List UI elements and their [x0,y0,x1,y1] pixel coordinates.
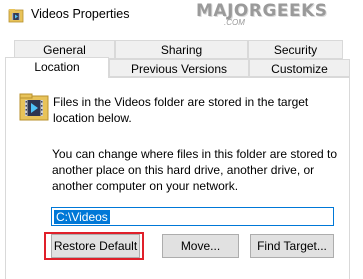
highlight-box [44,232,144,260]
tab-sharing[interactable]: Sharing [115,40,248,59]
watermark-text: MAJORGEEKS [196,1,328,21]
location-path-value: C:\Videos [54,210,110,224]
videos-folder-icon [8,7,24,23]
watermark: MAJORGEEKS .COM [196,1,346,31]
properties-window: Videos Properties MAJORGEEKS .COM Genera… [0,0,363,279]
window-title: Videos Properties [31,7,130,21]
location-path-input[interactable]: C:\Videos [51,207,334,226]
tab-previous-versions[interactable]: Previous Versions [109,59,249,77]
tab-location[interactable]: Location [5,57,109,78]
move-button[interactable]: Move... [162,234,239,258]
tab-customize[interactable]: Customize [249,59,350,77]
watermark-subtext: .COM [224,18,245,27]
find-target-button[interactable]: Find Target... [250,234,334,258]
videos-folder-icon [18,90,50,122]
tab-security[interactable]: Security [248,40,343,59]
location-help-text: You can change where files in this folde… [52,147,338,193]
title-bar[interactable]: Videos Properties MAJORGEEKS .COM [0,0,363,30]
location-description: Files in the Videos folder are stored in… [53,95,309,125]
